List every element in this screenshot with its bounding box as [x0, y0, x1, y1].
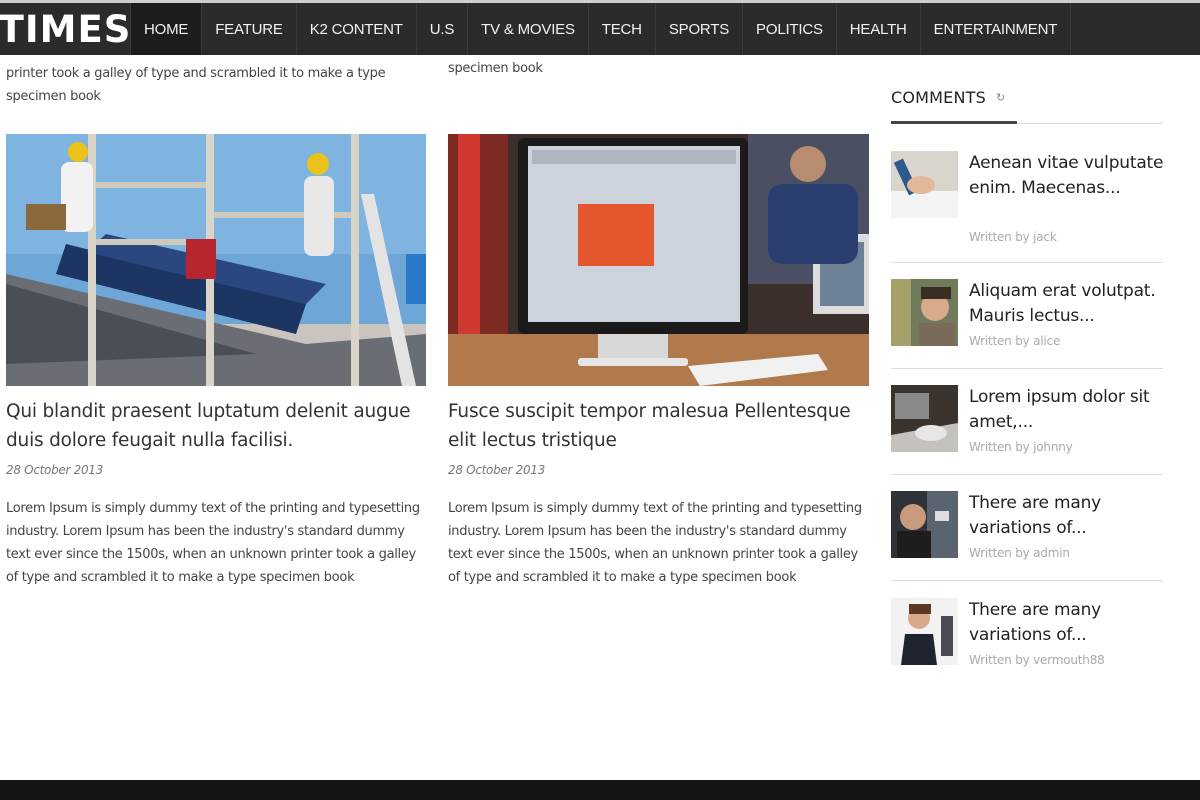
- comment-divider: [891, 580, 1163, 581]
- comment-thumbnail[interactable]: [891, 598, 958, 665]
- article-date: 28 October 2013: [448, 463, 545, 477]
- nav-item-tv-movies[interactable]: TV & MOVIES: [467, 3, 588, 55]
- page-footer: [0, 780, 1200, 800]
- article-excerpt: Lorem Ipsum is simply dummy text of the …: [6, 501, 420, 585]
- comment-item: There are many variations of... Written …: [891, 598, 1163, 678]
- article-image-solar-workers[interactable]: [6, 134, 426, 386]
- nav-item-politics[interactable]: POLITICS: [742, 3, 836, 55]
- nav-item-k2-content[interactable]: K2 CONTENT: [295, 3, 416, 55]
- comment-text[interactable]: Aenean vitae vulputate enim. Maecenas...: [969, 151, 1169, 201]
- comment-thumbnail[interactable]: [891, 491, 958, 558]
- comment-thumbnail[interactable]: [891, 279, 958, 346]
- prev-article-snippet-right: specimen book: [448, 61, 543, 76]
- nav-filler: [1070, 3, 1200, 55]
- comments-heading-label: COMMENTS: [891, 88, 986, 107]
- comment-item: Aenean vitae vulputate enim. Maecenas...…: [891, 151, 1163, 251]
- comment-item: Lorem ipsum dolor sit amet,... Written b…: [891, 385, 1163, 465]
- refresh-icon[interactable]: ↻: [996, 91, 1005, 104]
- comment-author: Written by alice: [969, 334, 1061, 348]
- comment-author: Written by vermouth88: [969, 653, 1105, 667]
- nav-item-home[interactable]: HOME: [130, 3, 202, 55]
- nav-item-tech[interactable]: TECH: [587, 3, 655, 55]
- article-title[interactable]: Fusce suscipit tempor malesua Pellentesq…: [448, 397, 869, 455]
- nav-item-us[interactable]: U.S: [415, 3, 467, 55]
- comment-item: There are many variations of... Written …: [891, 491, 1163, 571]
- prev-article-snippet-left-line2: specimen book: [6, 89, 101, 104]
- comment-thumbnail[interactable]: [891, 385, 958, 452]
- comment-divider: [891, 474, 1163, 475]
- article-date: 28 October 2013: [6, 463, 103, 477]
- comment-text[interactable]: There are many variations of...: [969, 491, 1169, 541]
- nav-item-sports[interactable]: SPORTS: [654, 3, 742, 55]
- nav-item-feature[interactable]: FEATURE: [201, 3, 296, 55]
- nav-item-health[interactable]: HEALTH: [835, 3, 920, 55]
- comments-heading-underline: [891, 121, 1017, 124]
- comment-thumbnail[interactable]: [891, 151, 958, 218]
- comment-text[interactable]: There are many variations of...: [969, 598, 1169, 648]
- comment-text[interactable]: Lorem ipsum dolor sit amet,...: [969, 385, 1169, 435]
- comment-author: Written by jack: [969, 230, 1057, 244]
- comment-divider: [891, 368, 1163, 369]
- comment-author: Written by admin: [969, 546, 1070, 560]
- comment-text[interactable]: Aliquam erat volutpat. Mauris lectus...: [969, 279, 1169, 329]
- site-logo[interactable]: TIMES: [0, 3, 130, 55]
- main-navbar: TIMES HOME FEATURE K2 CONTENT U.S TV & M…: [0, 3, 1200, 55]
- nav-menu: HOME FEATURE K2 CONTENT U.S TV & MOVIES …: [130, 3, 1070, 55]
- comment-item: Aliquam erat volutpat. Mauris lectus... …: [891, 279, 1163, 359]
- comments-heading: COMMENTS ↻: [891, 88, 1005, 107]
- article-excerpt: Lorem Ipsum is simply dummy text of the …: [448, 501, 862, 585]
- article-title[interactable]: Qui blandit praesent luptatum delenit au…: [6, 397, 426, 455]
- comment-divider: [891, 262, 1163, 263]
- prev-article-snippet-left-line1: printer took a galley of type and scramb…: [6, 66, 386, 81]
- article-image-computer-desk[interactable]: [448, 134, 869, 386]
- comment-author: Written by johnny: [969, 440, 1073, 454]
- nav-item-entertainment[interactable]: ENTERTAINMENT: [919, 3, 1071, 55]
